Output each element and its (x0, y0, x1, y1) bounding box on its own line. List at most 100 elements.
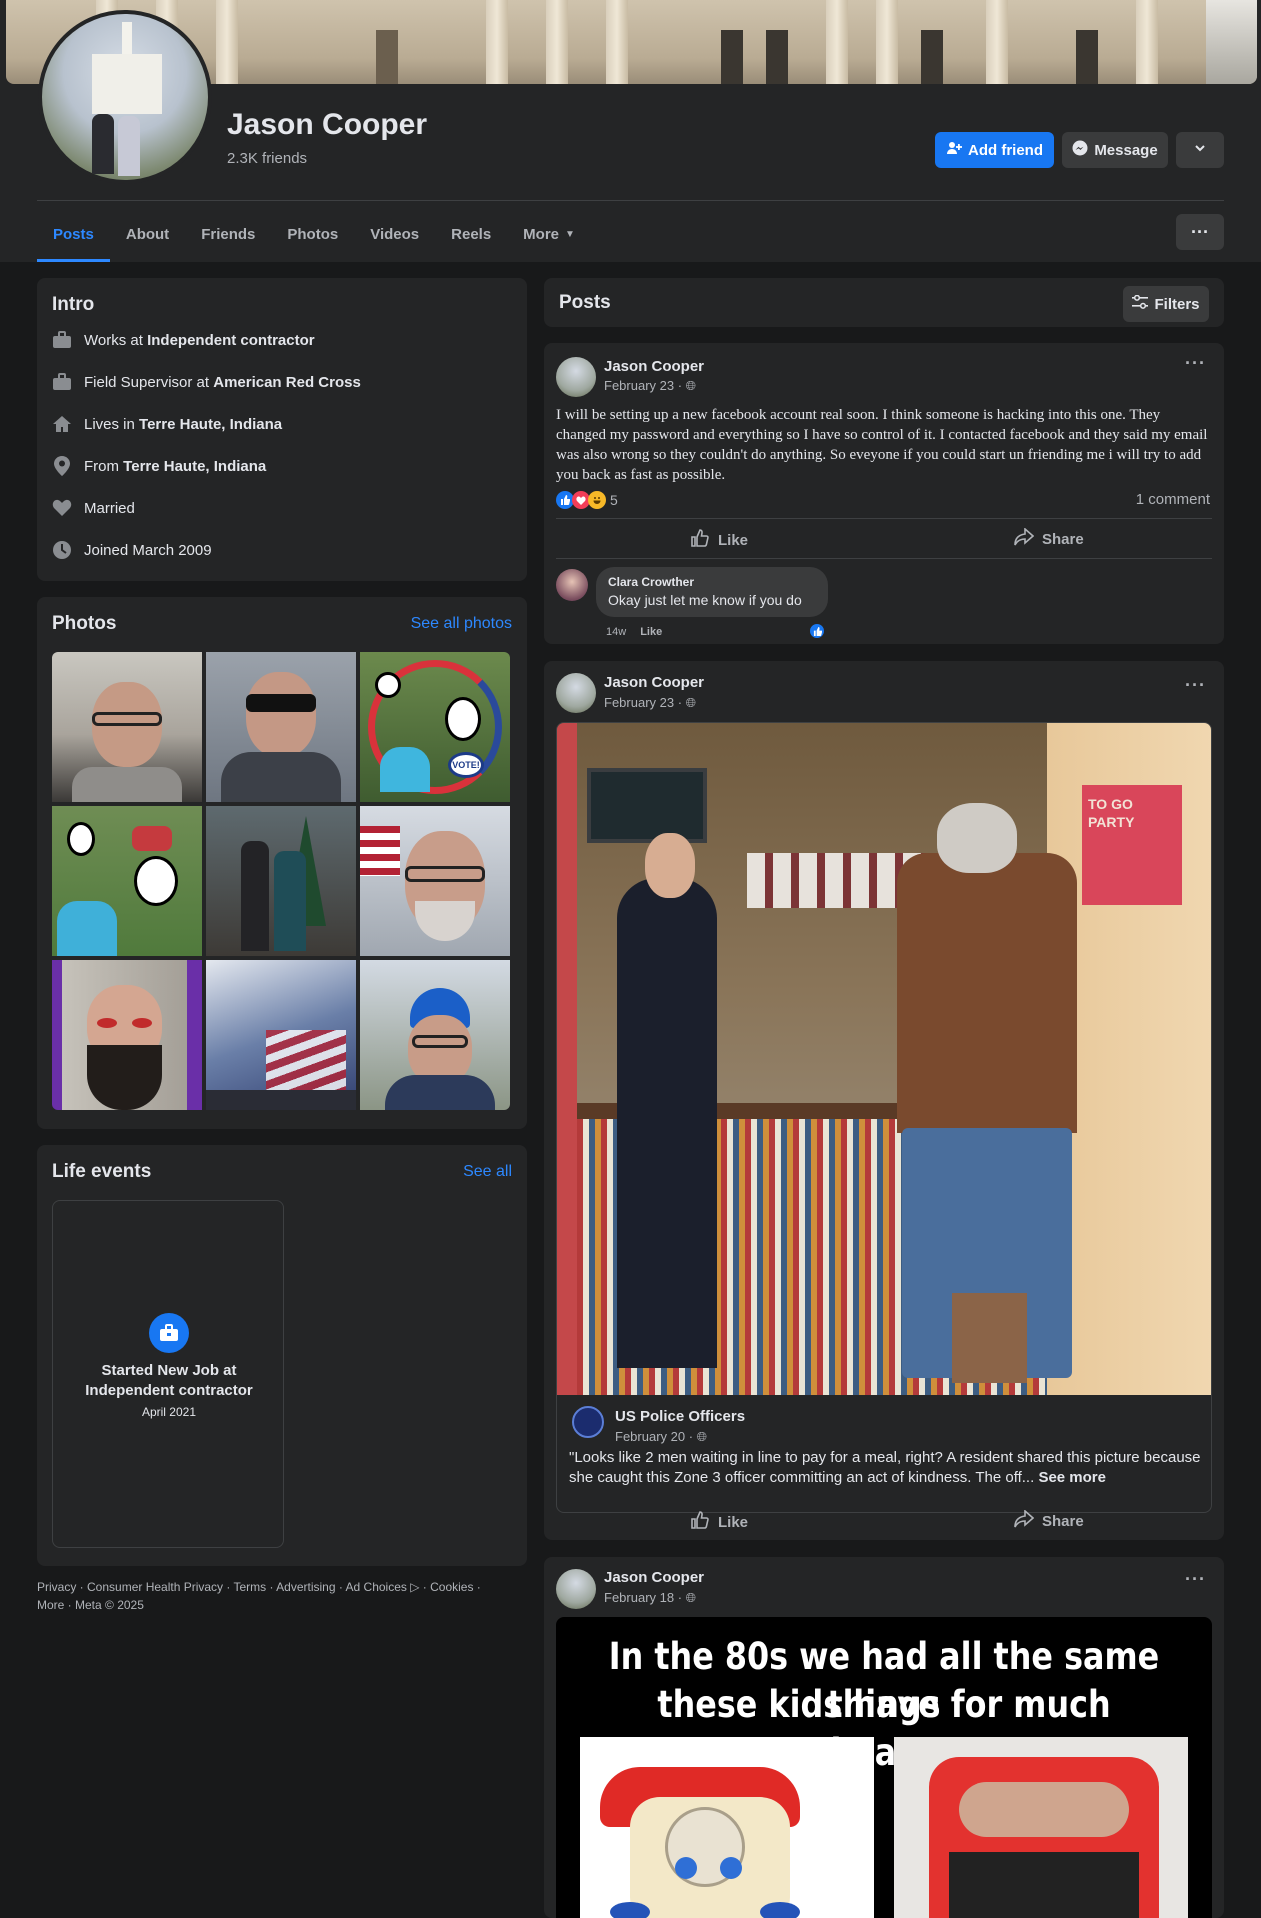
profile-more-options-button[interactable]: ··· (1176, 214, 1224, 250)
profile-header: Jason Cooper 2.3K friends Add friend Mes… (0, 0, 1261, 262)
add-friend-button[interactable]: Add friend (935, 132, 1054, 168)
page-footer: Privacy · Consumer Health Privacy · Term… (37, 1578, 527, 1614)
intro-title: Intro (52, 294, 95, 315)
post-author-avatar[interactable] (556, 1569, 596, 1609)
post-card: Jason Cooper February 23 · 🌐︎ ··· I will… (544, 343, 1224, 644)
post-options-icon[interactable]: ··· (1185, 1569, 1206, 1590)
reactions-summary[interactable]: 5 (556, 491, 618, 509)
intro-link[interactable]: Independent contractor (147, 332, 315, 349)
footer-links[interactable]: Privacy · Consumer Health Privacy · Term… (37, 1578, 527, 1596)
message-label: Message (1094, 141, 1158, 159)
intro-item-job: Field Supervisor at American Red Cross (52, 372, 361, 392)
like-button[interactable]: Like (690, 528, 748, 552)
chevron-down-icon (1193, 141, 1207, 159)
shared-post-date[interactable]: February 20 · 🌐︎ (615, 1429, 707, 1445)
share-button[interactable]: Share (1014, 527, 1084, 550)
photo-thumbnail[interactable] (52, 652, 202, 802)
briefcase-icon (52, 372, 72, 392)
intro-item-work: Works at Independent contractor (52, 330, 315, 350)
post-author-avatar[interactable] (556, 357, 596, 397)
photos-card: Photos See all photos VOTE! (37, 597, 527, 1129)
tab-friends[interactable]: Friends (185, 206, 271, 262)
post-date[interactable]: February 18 · 🌐︎ (604, 1590, 696, 1606)
photo-thumbnail[interactable] (206, 960, 356, 1110)
comment-author[interactable]: Clara Crowther (608, 575, 694, 589)
message-button[interactable]: Message (1062, 132, 1168, 168)
post-date-text: February 23 · (604, 378, 683, 393)
home-icon (52, 414, 72, 434)
post-card: Jason Cooper February 18 · 🌐︎ ··· In the… (544, 1557, 1224, 1918)
comments-count[interactable]: 1 comment (1136, 491, 1210, 508)
commenter-avatar[interactable] (556, 569, 588, 601)
see-all-photos-link[interactable]: See all photos (411, 615, 512, 633)
globe-icon: 🌐︎ (696, 1429, 708, 1444)
life-event-date: April 2021 (141, 1405, 197, 1419)
post-options-icon[interactable]: ··· (1185, 353, 1206, 374)
profile-avatar[interactable] (38, 10, 212, 184)
clock-icon (52, 540, 72, 560)
intro-link[interactable]: Terre Haute, Indiana (123, 458, 266, 475)
intro-link[interactable]: American Red Cross (213, 374, 361, 391)
comment-time[interactable]: 14w (606, 626, 626, 638)
profile-dropdown-button[interactable] (1176, 132, 1224, 168)
comment-bubble: Clara Crowther Okay just let me know if … (596, 567, 828, 617)
post-image[interactable]: TO GO PARTY (557, 723, 1211, 1395)
comment-meta: 14w Like (606, 626, 662, 638)
post-date-text: February 23 · (604, 695, 683, 710)
tab-posts[interactable]: Posts (37, 206, 110, 262)
see-all-life-events-link[interactable]: See all (463, 1163, 512, 1181)
post-options-icon[interactable]: ··· (1185, 675, 1206, 696)
photo-thumbnail[interactable]: VOTE! (360, 652, 510, 802)
post-author-avatar[interactable] (556, 673, 596, 713)
tab-more-label: More (523, 225, 560, 243)
comment-like-reaction-icon[interactable] (808, 622, 826, 640)
shared-post-text: "Looks like 2 men waiting in line to pay… (569, 1448, 1201, 1488)
tab-photos[interactable]: Photos (271, 206, 354, 262)
restaurant-sign: TO GO PARTY (1082, 785, 1182, 905)
post-text: I will be setting up a new facebook acco… (556, 407, 1208, 483)
photo-thumbnail[interactable] (206, 806, 356, 956)
header-divider (37, 200, 1224, 201)
photo-thumbnail[interactable] (52, 960, 202, 1110)
shared-page-name[interactable]: US Police Officers (615, 1408, 745, 1425)
briefcase-icon (149, 1313, 189, 1353)
thumbs-up-icon (690, 1510, 710, 1534)
see-more-link[interactable]: See more (1038, 1469, 1106, 1486)
photo-thumbnail[interactable] (360, 806, 510, 956)
reaction-count: 5 (610, 492, 618, 508)
friends-count[interactable]: 2.3K friends (227, 150, 307, 167)
post-date[interactable]: February 23 · 🌐︎ (604, 695, 696, 711)
photo-thumbnail[interactable] (52, 806, 202, 956)
footer-copyright[interactable]: More · Meta © 2025 (37, 1596, 527, 1614)
tab-about[interactable]: About (110, 206, 185, 262)
intro-item-lives: Lives in Terre Haute, Indiana (52, 414, 282, 434)
share-arrow-icon (1014, 1509, 1035, 1532)
like-button[interactable]: Like (690, 1510, 748, 1534)
shared-date-text: February 20 · (615, 1429, 694, 1444)
profile-name: Jason Cooper (227, 108, 428, 141)
post-divider (556, 518, 1212, 519)
tab-reels[interactable]: Reels (435, 206, 507, 262)
post-author-name[interactable]: Jason Cooper (604, 674, 704, 691)
globe-icon: 🌐︎ (685, 1590, 697, 1605)
life-events-card: Life events See all Started New Job at I… (37, 1145, 527, 1566)
post-divider (556, 558, 1212, 559)
comment-like-link[interactable]: Like (640, 626, 662, 638)
post-date[interactable]: February 23 · 🌐︎ (604, 378, 696, 394)
post-author-name[interactable]: Jason Cooper (604, 1569, 704, 1586)
page-avatar[interactable] (572, 1406, 604, 1438)
intro-link[interactable]: Terre Haute, Indiana (139, 416, 282, 433)
photo-thumbnail[interactable] (360, 960, 510, 1110)
photo-thumbnail[interactable] (206, 652, 356, 802)
intro-text: Field Supervisor at (84, 373, 214, 391)
post-author-name[interactable]: Jason Cooper (604, 358, 704, 375)
add-friend-label: Add friend (968, 141, 1043, 159)
tab-videos[interactable]: Videos (354, 206, 435, 262)
post-image[interactable]: In the 80s we had all the same things th… (556, 1617, 1212, 1918)
sliders-icon (1132, 294, 1149, 313)
tab-more[interactable]: More ▼ (507, 206, 591, 262)
share-button[interactable]: Share (1014, 1509, 1084, 1532)
life-event-item[interactable]: Started New Job at Independent contracto… (52, 1200, 284, 1548)
shared-post-attachment[interactable]: TO GO PARTY US Police Officers February … (556, 722, 1212, 1513)
filters-button[interactable]: Filters (1123, 286, 1209, 322)
